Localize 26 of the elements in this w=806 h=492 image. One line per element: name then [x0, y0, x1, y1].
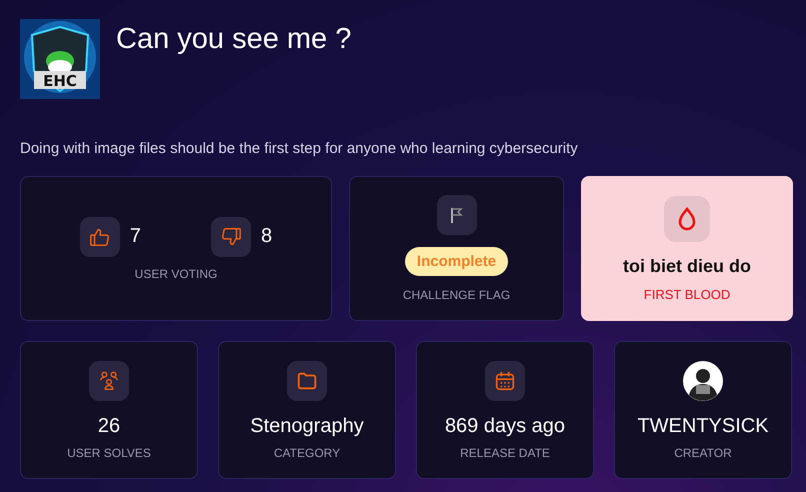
stat-label: RELEASE DATE [460, 446, 550, 460]
status-badge: Incomplete [404, 247, 508, 276]
stat-value: TWENTYSICK [637, 414, 769, 438]
flag-label: CHALLENGE FLAG [402, 288, 510, 302]
challenge-title: Can you see me ? [116, 23, 352, 56]
drop-icon [678, 206, 696, 230]
downvote-count: 8 [261, 225, 272, 248]
challenge-description: Doing with image files should be the first step for anyone who learning cybersecurity [20, 140, 579, 157]
upvote-count: 7 [130, 225, 141, 248]
logo-drawing: EHC [20, 19, 100, 99]
first-blood-user: toi biet dieu do [623, 256, 751, 276]
users-icon [98, 370, 120, 392]
stat-value: 869 days ago [444, 414, 566, 438]
avatar-silhouette-icon [683, 360, 723, 400]
stat-label: USER SOLVES [67, 446, 151, 460]
flag-icon [448, 206, 464, 224]
voting-label: USER VOTING [134, 266, 218, 280]
calendar-icon [494, 370, 516, 392]
first-blood-label: FIRST BLOOD [644, 286, 730, 302]
stat-label: CATEGORY [274, 446, 340, 460]
stat-value: 26 [98, 414, 120, 438]
stat-label: CREATOR [674, 446, 732, 460]
thumbs-down-button[interactable] [211, 216, 251, 256]
thumbs-up-button[interactable] [80, 216, 120, 256]
stat-value: Stenography [250, 414, 364, 438]
thumbs-down-icon [220, 226, 242, 248]
